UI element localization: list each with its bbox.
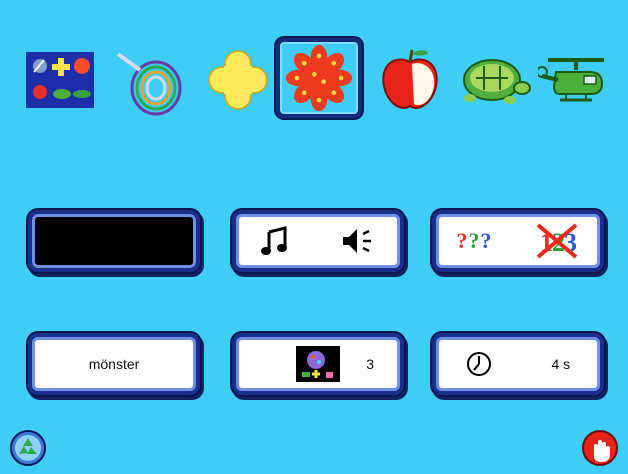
- category-label: mönster: [88, 356, 140, 372]
- stop-hand-button[interactable]: [582, 430, 618, 466]
- theme-spiral-button[interactable]: [110, 42, 186, 118]
- pattern-preview-icon: [296, 346, 341, 382]
- color-button[interactable]: [28, 210, 200, 272]
- question-marks: ???: [457, 228, 493, 254]
- recycle-icon: [10, 430, 46, 466]
- theme-turtle-button[interactable]: [456, 42, 532, 118]
- yellow-cross-icon: [208, 50, 268, 110]
- time-button[interactable]: 4 s: [432, 333, 604, 395]
- turtle-icon: [463, 59, 531, 104]
- question-mark-1: ?: [456, 228, 469, 253]
- hand-icon: [582, 430, 618, 466]
- apple-icon: [382, 49, 438, 109]
- theme-helicopter-button[interactable]: [538, 42, 614, 118]
- count-value: 3: [366, 356, 374, 372]
- numbers-crossed-icon: 1 2 3: [536, 223, 577, 259]
- hint-button[interactable]: ??? 1 2 3: [432, 210, 604, 272]
- helicopter-icon: [538, 58, 604, 102]
- clock-icon: [466, 352, 491, 376]
- count-button[interactable]: 3: [232, 333, 404, 395]
- question-mark-3: ?: [480, 228, 493, 253]
- theme-cross-button[interactable]: [200, 42, 276, 118]
- theme-all-button[interactable]: [22, 42, 98, 118]
- sound-button[interactable]: [232, 210, 404, 272]
- spiral-icon: [116, 52, 182, 116]
- music-note-icon: [261, 226, 287, 255]
- red-flower-icon: [285, 44, 353, 112]
- recycle-button[interactable]: [10, 430, 46, 466]
- speaker-icon: [343, 229, 371, 253]
- theme-toolbar: [0, 0, 628, 130]
- all-themes-icon: [26, 52, 94, 108]
- time-value: 4 s: [551, 356, 571, 372]
- question-mark-2: ?: [468, 228, 481, 253]
- theme-flower-button[interactable]: [276, 38, 362, 118]
- theme-apple-button[interactable]: [372, 42, 448, 118]
- category-button[interactable]: mönster: [28, 333, 200, 395]
